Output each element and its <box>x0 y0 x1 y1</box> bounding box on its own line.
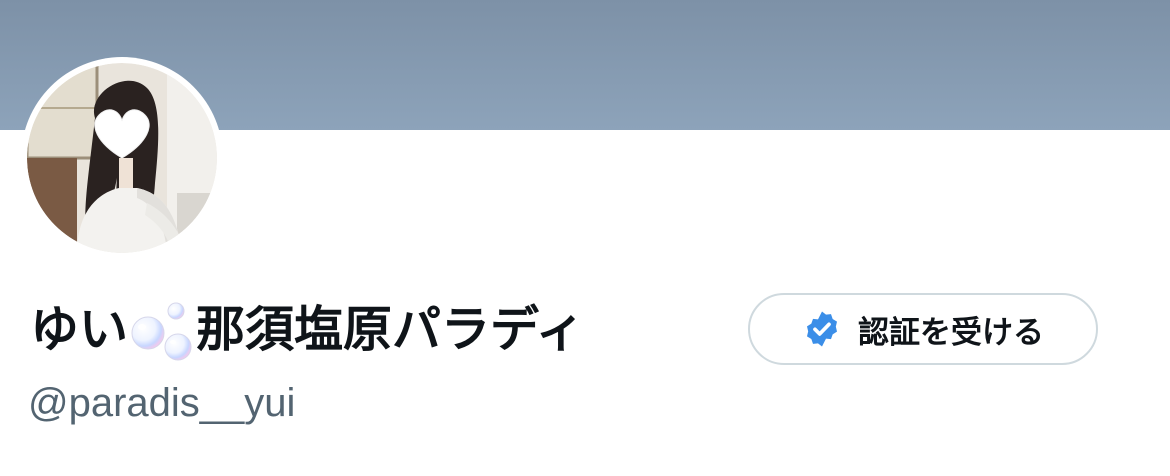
display-name-text-1: ゆい <box>30 301 129 358</box>
display-name: ゆい 那須塩原パラディ <box>30 290 585 370</box>
display-name-text-2: 那須塩原パラディ <box>196 301 585 358</box>
get-verified-label: 認証を受ける <box>858 314 1044 351</box>
profile-photo <box>27 63 217 253</box>
bubbles-icon <box>131 302 192 361</box>
verified-badge-icon <box>807 311 837 347</box>
avatar[interactable] <box>21 57 223 259</box>
get-verified-button[interactable]: 認証を受ける <box>748 293 1098 365</box>
username-handle: @paradis__yui <box>28 381 296 425</box>
